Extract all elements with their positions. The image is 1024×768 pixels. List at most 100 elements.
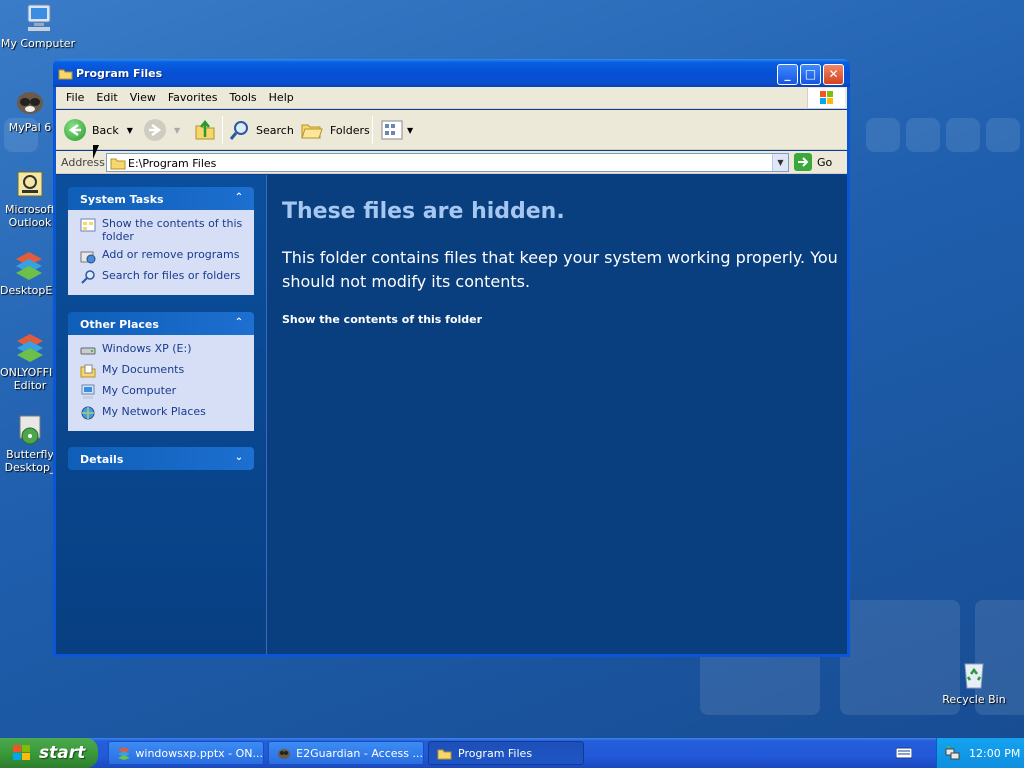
desktop-decoration (906, 118, 940, 152)
folders-button[interactable]: Folders (300, 116, 370, 144)
task-search-files[interactable]: Search for files or folders (80, 269, 246, 285)
place-my-network-places[interactable]: My Network Places (80, 405, 246, 421)
forward-arrow-icon (144, 119, 166, 141)
desktop-icon-recycle-bin[interactable]: Recycle Bin (936, 658, 1012, 706)
taskbar-button-e2guardian[interactable]: E2Guardian - Access ... (268, 741, 424, 765)
network-status-icon[interactable] (945, 745, 961, 761)
desktop-icon-my-computer[interactable]: My Computer (0, 2, 76, 50)
details-header[interactable]: Details ⌄ (68, 447, 254, 470)
close-button[interactable]: ✕ (823, 64, 844, 85)
back-dropdown-icon[interactable]: ▼ (127, 126, 133, 135)
windows-flag-icon (13, 745, 30, 760)
clock[interactable]: 12:00 PM (969, 747, 1020, 760)
up-folder-button[interactable] (193, 116, 217, 144)
computer-icon (80, 384, 96, 400)
hidden-files-heading: These files are hidden. (282, 199, 565, 224)
taskbar: start windowsxp.pptx - ON... E2Guardian … (0, 738, 1024, 768)
computer-icon (22, 2, 54, 34)
show-contents-icon (80, 217, 96, 233)
system-tasks-list: Show the contents of this folder Add or … (68, 210, 254, 295)
expand-icon[interactable]: ⌄ (232, 451, 246, 465)
keyboard-icon[interactable] (895, 747, 913, 762)
mouse-cursor (93, 145, 99, 159)
search-icon (80, 269, 96, 285)
address-input[interactable]: E:\Program Files ▼ (106, 153, 789, 172)
taskbar-button-program-files[interactable]: Program Files (428, 741, 584, 765)
desktop-icon-outlook[interactable]: Microsoft Outlook (0, 168, 60, 229)
window-title: Program Files (76, 67, 163, 80)
collapse-icon[interactable]: ⌃ (232, 191, 246, 205)
desktop-icon-label: My Computer (0, 37, 76, 50)
other-places-header[interactable]: Other Places ⌃ (68, 312, 254, 335)
installer-icon (14, 413, 46, 445)
folders-icon (301, 124, 323, 139)
network-icon (80, 405, 96, 421)
desktop-icon-butterfly[interactable]: Butterfly Desktop_ (0, 413, 60, 474)
address-value: E:\Program Files (128, 157, 217, 170)
place-my-documents[interactable]: My Documents (80, 363, 246, 379)
hidden-files-message: This folder contains files that keep you… (282, 248, 838, 291)
menu-tools[interactable]: Tools (224, 87, 263, 104)
up-folder-icon (195, 119, 215, 140)
task-show-contents[interactable]: Show the contents of this folder (80, 217, 246, 243)
place-windows-xp-drive[interactable]: Windows XP (E:) (80, 342, 246, 358)
raccoon-icon (14, 86, 46, 118)
my-documents-icon (80, 363, 96, 379)
views-button[interactable]: ▼ (380, 116, 413, 144)
go-arrow-icon (794, 153, 812, 171)
forward-button[interactable]: ▼ (144, 116, 180, 144)
go-label: Go (817, 155, 833, 169)
desktop-icon-onlyoffice[interactable]: ONLYOFFICE Editor (0, 331, 60, 392)
folder-icon (437, 749, 452, 759)
other-places-title: Other Places (80, 318, 159, 331)
desktop-icon-label: ONLYOFFICE Editor (0, 366, 60, 392)
desktop-decoration (866, 118, 900, 152)
search-button[interactable]: Search (228, 116, 294, 144)
views-dropdown-icon: ▼ (407, 125, 414, 135)
task-pane: System Tasks ⌃ Show the contents of this… (56, 175, 267, 654)
address-bar: Address E:\Program Files ▼ Go (56, 151, 847, 174)
desktop-icon-mypal[interactable]: MyPal 6 (0, 86, 60, 134)
folder-content-pane: These files are hidden. This folder cont… (268, 175, 847, 654)
toolbar-separator (222, 116, 223, 144)
collapse-icon[interactable]: ⌃ (232, 316, 246, 330)
task-add-remove-programs[interactable]: Add or remove programs (80, 248, 246, 264)
title-bar[interactable]: Program Files _ □ ✕ (53, 59, 850, 87)
desktop-decoration (946, 118, 980, 152)
add-remove-programs-icon (80, 248, 96, 264)
place-my-computer[interactable]: My Computer (80, 384, 246, 400)
task-label: Add or remove programs (102, 248, 240, 261)
desktop-icon-label: Microsoft Outlook (4, 203, 56, 229)
taskbar-button-label: Program Files (458, 746, 533, 760)
desktop-icon-label: MyPal 6 (8, 121, 52, 134)
system-tasks-title: System Tasks (80, 193, 164, 206)
show-contents-link[interactable]: Show the contents of this folder (282, 313, 482, 326)
other-places-panel: Other Places ⌃ Windows XP (E:) My Docume… (68, 312, 254, 431)
system-tasks-header[interactable]: System Tasks ⌃ (68, 187, 254, 210)
menu-help[interactable]: Help (263, 87, 300, 104)
stack-icon (13, 249, 45, 281)
go-button[interactable]: Go (794, 153, 832, 171)
taskbar-button-windowsxp-pptx[interactable]: windowsxp.pptx - ON... (108, 741, 264, 765)
place-label: Windows XP (E:) (102, 342, 192, 355)
start-button[interactable]: start (0, 738, 98, 768)
menu-favorites[interactable]: Favorites (162, 87, 224, 104)
search-icon (229, 121, 248, 140)
taskbar-button-label: windowsxp.pptx - ON... (135, 746, 263, 760)
address-dropdown-button[interactable]: ▼ (772, 154, 788, 171)
windows-logo-icon (807, 88, 845, 108)
start-label: start (39, 743, 86, 763)
minimize-button[interactable]: _ (777, 64, 798, 85)
menu-view[interactable]: View (124, 87, 162, 104)
menu-edit[interactable]: Edit (90, 87, 123, 104)
desktop-icon-label: Recycle Bin (942, 693, 1006, 706)
system-tasks-panel: System Tasks ⌃ Show the contents of this… (68, 187, 254, 295)
maximize-button[interactable]: □ (800, 64, 821, 85)
taskbar-button-label: E2Guardian - Access ... (296, 746, 423, 760)
desktop-icon-desktopeditors[interactable]: DesktopEditors (0, 249, 58, 297)
back-button[interactable]: Back ▼ (64, 116, 133, 144)
back-label: Back (92, 123, 119, 137)
folder-icon (58, 67, 73, 83)
menu-file[interactable]: File (60, 87, 90, 104)
toolbar: Back ▼ ▼ Search Folders ▼ (56, 110, 847, 150)
